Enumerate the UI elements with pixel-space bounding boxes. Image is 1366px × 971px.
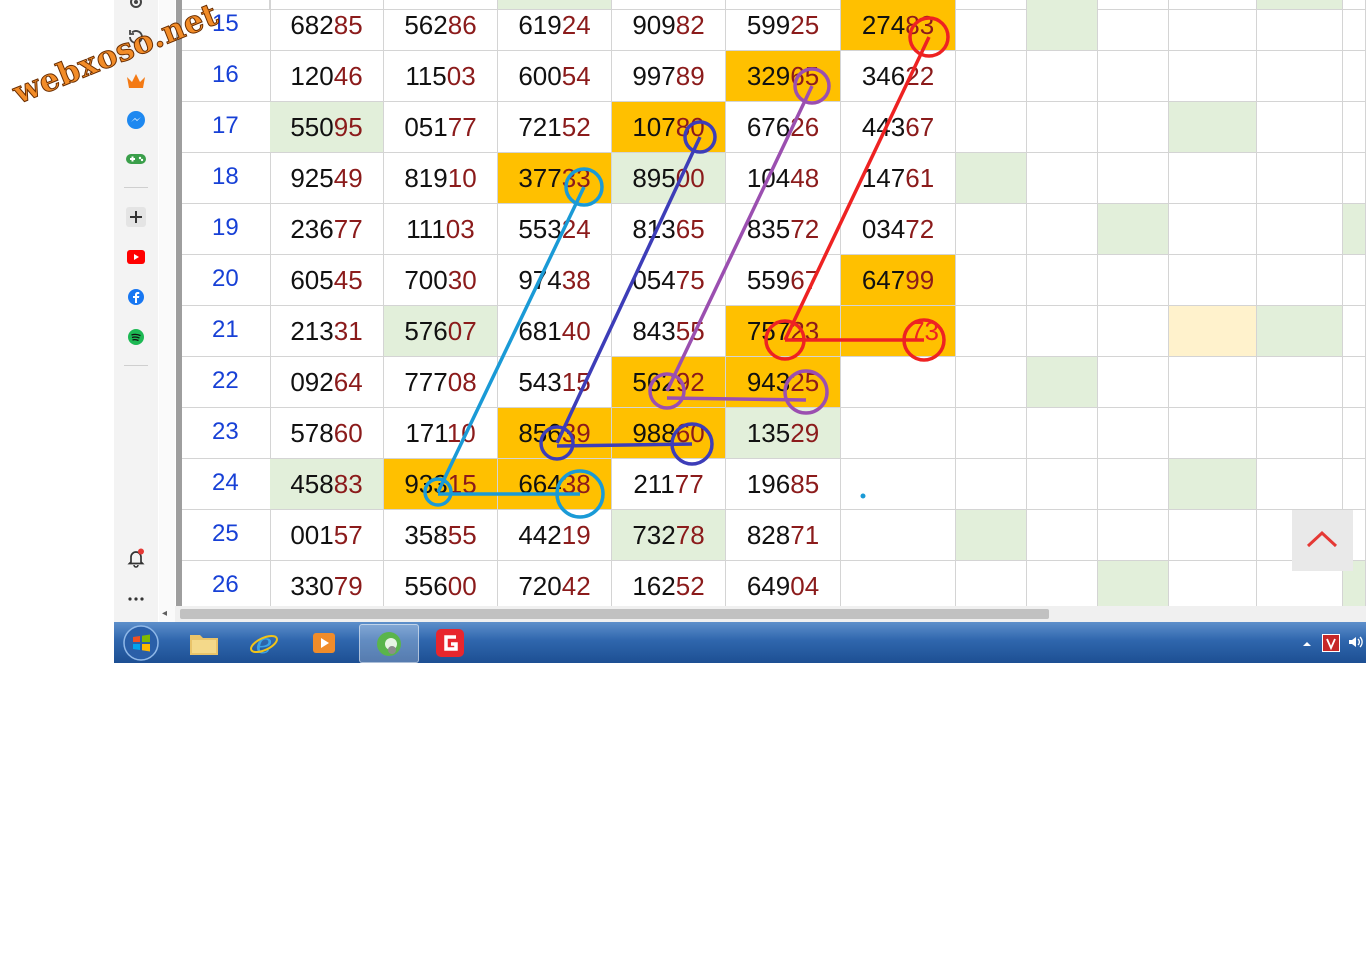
tray-arrow-icon[interactable] xyxy=(1302,636,1312,646)
windows-taskbar: e xyxy=(114,622,1366,663)
start-button[interactable] xyxy=(116,624,166,661)
file-explorer-button[interactable] xyxy=(178,624,230,661)
scrollbar-thumb[interactable] xyxy=(180,609,1049,619)
garena-button[interactable] xyxy=(424,624,476,661)
volume-icon[interactable] xyxy=(1347,634,1363,650)
media-player-icon xyxy=(313,632,335,653)
tray-v-icon[interactable] xyxy=(1322,634,1340,652)
garena-icon xyxy=(436,628,464,657)
media-player-button[interactable] xyxy=(298,624,350,661)
scroll-left-arrow-icon[interactable]: ◂ xyxy=(162,608,167,619)
annotation-overlay xyxy=(423,16,950,519)
annotation-circle-purple xyxy=(783,369,829,415)
annotation-line-purple xyxy=(665,85,814,392)
windows-start-icon xyxy=(123,624,159,661)
internet-explorer-button[interactable]: e xyxy=(238,624,290,661)
scroll-to-top-button[interactable] xyxy=(1292,510,1353,571)
annotation-line-red xyxy=(783,36,931,341)
coccoc-icon xyxy=(377,631,401,656)
coccoc-browser-button[interactable] xyxy=(359,624,419,663)
chevron-up-icon xyxy=(1306,530,1338,548)
internet-explorer-icon: e xyxy=(250,627,278,659)
folder-icon xyxy=(190,634,218,655)
horizontal-scrollbar[interactable]: ◂ xyxy=(162,606,1366,622)
annotation-dot xyxy=(860,493,866,499)
svg-text:e: e xyxy=(256,627,273,659)
